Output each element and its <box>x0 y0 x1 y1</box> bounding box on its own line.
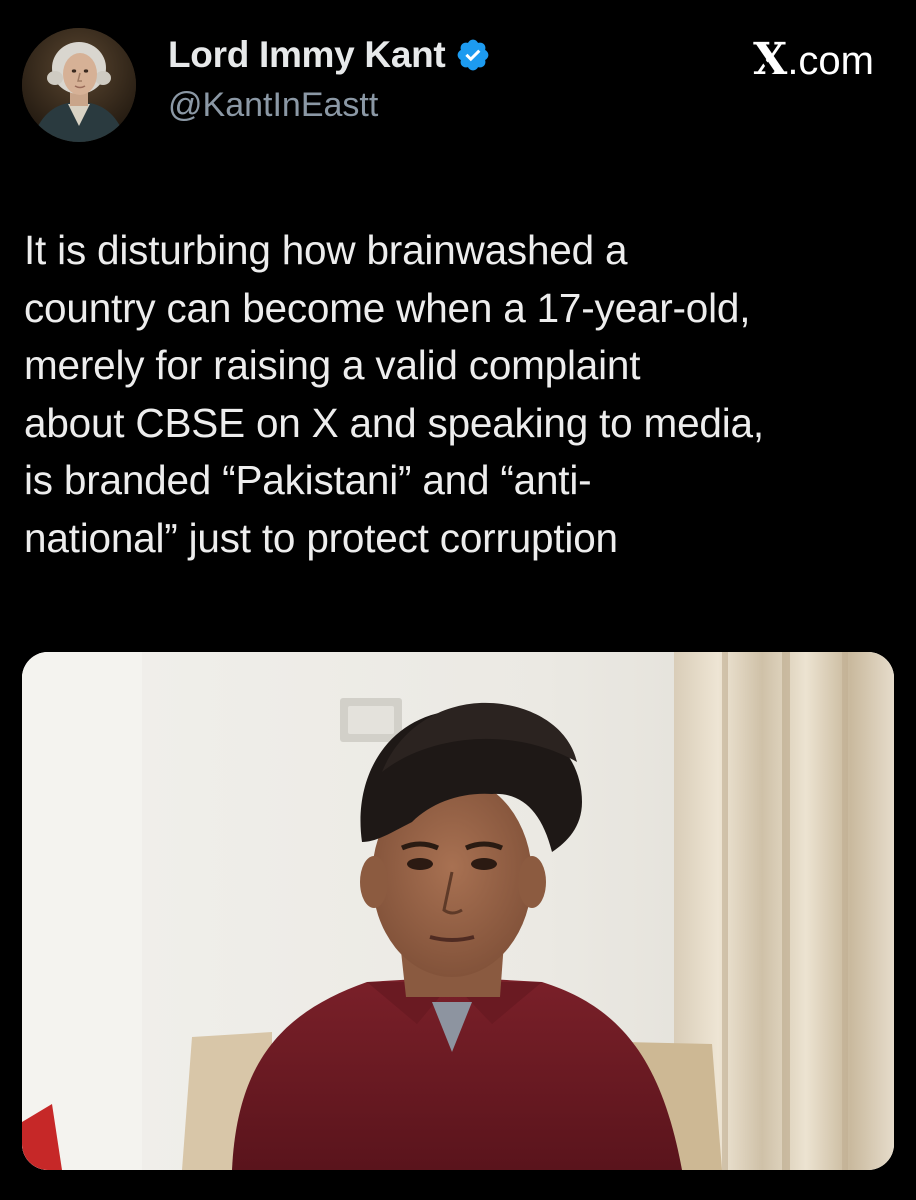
author-name-row: Lord Immy Kant <box>168 34 491 76</box>
verified-badge-icon <box>458 39 489 71</box>
tweet-text: It is disturbing how brainwashed a count… <box>24 227 764 561</box>
author-display-name[interactable]: Lord Immy Kant <box>168 34 446 76</box>
author-avatar[interactable] <box>22 28 136 142</box>
tweet-card: Lord Immy Kant @KantInEastt X .com It is… <box>0 0 916 1200</box>
author-handle[interactable]: @KantInEastt <box>168 86 378 125</box>
portrait-avatar-icon <box>22 28 136 142</box>
tweet-media-photo[interactable] <box>22 652 894 1170</box>
photo-teen-boy-interview-icon <box>22 652 894 1170</box>
x-com-brand: X .com <box>753 34 874 85</box>
x-logo-icon: X <box>753 34 788 85</box>
brand-suffix: .com <box>787 39 874 83</box>
